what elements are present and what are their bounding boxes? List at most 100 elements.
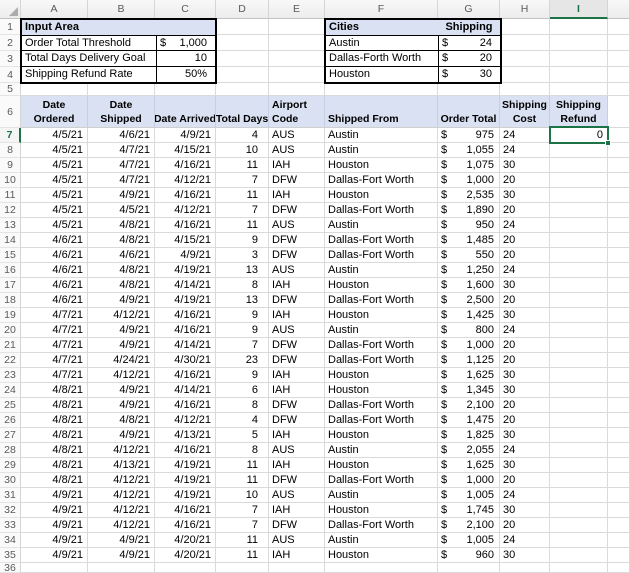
row-header-23[interactable]: 23	[0, 368, 21, 383]
row-header-12[interactable]: 12	[0, 203, 21, 218]
cell-total-days[interactable]: 10	[216, 143, 269, 158]
cell-order-total[interactable]: $1,000	[438, 173, 500, 188]
cell-empty[interactable]	[325, 83, 438, 96]
cell-total-days[interactable]: 11	[216, 533, 269, 548]
header-shipping-refund[interactable]: Shipping Refund	[550, 96, 608, 128]
cell-empty[interactable]	[608, 143, 630, 158]
cell-shipping-cost[interactable]: 30	[500, 368, 550, 383]
cell-shipping-refund[interactable]	[550, 473, 608, 488]
column-header-d[interactable]: D	[216, 0, 269, 19]
cell-shipping-cost[interactable]: 20	[500, 518, 550, 533]
cell-airport-code[interactable]: IAH	[269, 368, 325, 383]
cell-date-arrived[interactable]: 4/16/21	[155, 188, 216, 203]
cell-total-days[interactable]: 7	[216, 338, 269, 353]
cell-shipping-refund[interactable]	[550, 488, 608, 503]
cell-empty[interactable]	[608, 398, 630, 413]
cell-empty[interactable]	[500, 35, 550, 51]
cell-airport-code[interactable]: AUS	[269, 323, 325, 338]
cell-empty[interactable]	[608, 19, 630, 35]
column-header-g[interactable]: G	[438, 0, 500, 19]
cell-empty[interactable]	[608, 323, 630, 338]
city-cost-houston[interactable]: $ 30	[438, 66, 500, 82]
cell-date-arrived[interactable]: 4/16/21	[155, 398, 216, 413]
cell-airport-code[interactable]: DFW	[269, 398, 325, 413]
cell-shipped-from[interactable]: Dallas-Fort Worth	[325, 248, 438, 263]
cell-shipping-refund[interactable]	[550, 308, 608, 323]
cell-date-shipped[interactable]: 4/9/21	[88, 293, 155, 308]
cities-shipping-header[interactable]: Shipping	[438, 20, 500, 36]
cell-date-ordered[interactable]: 4/6/21	[21, 278, 88, 293]
cell-order-total[interactable]: $1,125	[438, 353, 500, 368]
input-label-shipping-refund-rate[interactable]: Shipping Refund Rate	[22, 67, 156, 83]
column-header-f[interactable]: F	[325, 0, 438, 19]
cell-total-days[interactable]: 9	[216, 308, 269, 323]
cell-total-days[interactable]: 7	[216, 503, 269, 518]
cell-empty[interactable]	[608, 548, 630, 563]
row-header-7[interactable]: 7	[0, 128, 21, 143]
cell-total-days[interactable]: 13	[216, 263, 269, 278]
cell-empty[interactable]	[550, 51, 608, 67]
cell-airport-code[interactable]: AUS	[269, 443, 325, 458]
city-name-dallas[interactable]: Dallas-Forth Worth	[326, 51, 438, 67]
cell-total-days[interactable]: 8	[216, 398, 269, 413]
cell-total-days[interactable]: 3	[216, 248, 269, 263]
row-header-4[interactable]: 4	[0, 67, 21, 83]
cell-date-ordered[interactable]: 4/6/21	[21, 233, 88, 248]
cell-airport-code[interactable]: DFW	[269, 473, 325, 488]
cell-shipping-cost[interactable]: 30	[500, 383, 550, 398]
cell-date-shipped[interactable]: 4/6/21	[88, 128, 155, 143]
row-header-5[interactable]: 5	[0, 83, 21, 96]
row-header-18[interactable]: 18	[0, 293, 21, 308]
cell-date-ordered[interactable]: 4/9/21	[21, 548, 88, 563]
cell-total-days[interactable]: 6	[216, 383, 269, 398]
cell-date-shipped[interactable]: 4/9/21	[88, 533, 155, 548]
input-value-shipping-refund-rate[interactable]: 50%	[156, 66, 215, 82]
cell-date-shipped[interactable]: 4/9/21	[88, 428, 155, 443]
cell-empty[interactable]	[550, 19, 608, 35]
input-area-title[interactable]: Input Area	[22, 20, 215, 36]
cell-empty[interactable]	[608, 158, 630, 173]
cell-empty[interactable]	[608, 293, 630, 308]
cell-shipping-refund[interactable]	[550, 203, 608, 218]
cell-date-ordered[interactable]: 4/5/21	[21, 143, 88, 158]
row-header-10[interactable]: 10	[0, 173, 21, 188]
cell-shipping-cost[interactable]: 20	[500, 203, 550, 218]
cell-date-ordered[interactable]: 4/8/21	[21, 458, 88, 473]
cell-date-shipped[interactable]: 4/9/21	[88, 338, 155, 353]
cell-date-arrived[interactable]: 4/30/21	[155, 353, 216, 368]
cell-shipped-from[interactable]: Dallas-Fort Worth	[325, 233, 438, 248]
cell-date-arrived[interactable]: 4/14/21	[155, 278, 216, 293]
cell-airport-code[interactable]: DFW	[269, 248, 325, 263]
row-header-28[interactable]: 28	[0, 443, 21, 458]
cell-date-ordered[interactable]: 4/7/21	[21, 338, 88, 353]
cell-empty[interactable]	[608, 173, 630, 188]
row-header-3[interactable]: 3	[0, 51, 21, 67]
cell-shipped-from[interactable]: Houston	[325, 503, 438, 518]
cell-empty[interactable]	[550, 563, 608, 573]
cell-shipping-refund[interactable]: 0	[550, 128, 608, 143]
cell-empty[interactable]	[608, 203, 630, 218]
cell-date-ordered[interactable]: 4/5/21	[21, 203, 88, 218]
header-date-shipped[interactable]: Date Shipped	[88, 96, 155, 128]
cell-date-ordered[interactable]: 4/9/21	[21, 518, 88, 533]
cell-shipped-from[interactable]: Houston	[325, 548, 438, 563]
cell-order-total[interactable]: $1,485	[438, 233, 500, 248]
cell-order-total[interactable]: $2,055	[438, 443, 500, 458]
row-header-34[interactable]: 34	[0, 533, 21, 548]
cell-shipping-cost[interactable]: 30	[500, 188, 550, 203]
cell-empty[interactable]	[608, 368, 630, 383]
cell-date-ordered[interactable]: 4/5/21	[21, 158, 88, 173]
cell-empty[interactable]	[269, 19, 325, 35]
cell-total-days[interactable]: 23	[216, 353, 269, 368]
row-header-1[interactable]: 1	[0, 19, 21, 35]
cell-empty[interactable]	[608, 278, 630, 293]
cell-shipping-refund[interactable]	[550, 458, 608, 473]
cell-empty[interactable]	[608, 473, 630, 488]
cell-empty[interactable]	[216, 19, 269, 35]
row-header-17[interactable]: 17	[0, 278, 21, 293]
cell-shipped-from[interactable]: Austin	[325, 218, 438, 233]
cell-date-arrived[interactable]: 4/19/21	[155, 458, 216, 473]
cell-shipped-from[interactable]: Austin	[325, 443, 438, 458]
cell-shipping-cost[interactable]: 30	[500, 158, 550, 173]
cell-empty[interactable]	[608, 218, 630, 233]
